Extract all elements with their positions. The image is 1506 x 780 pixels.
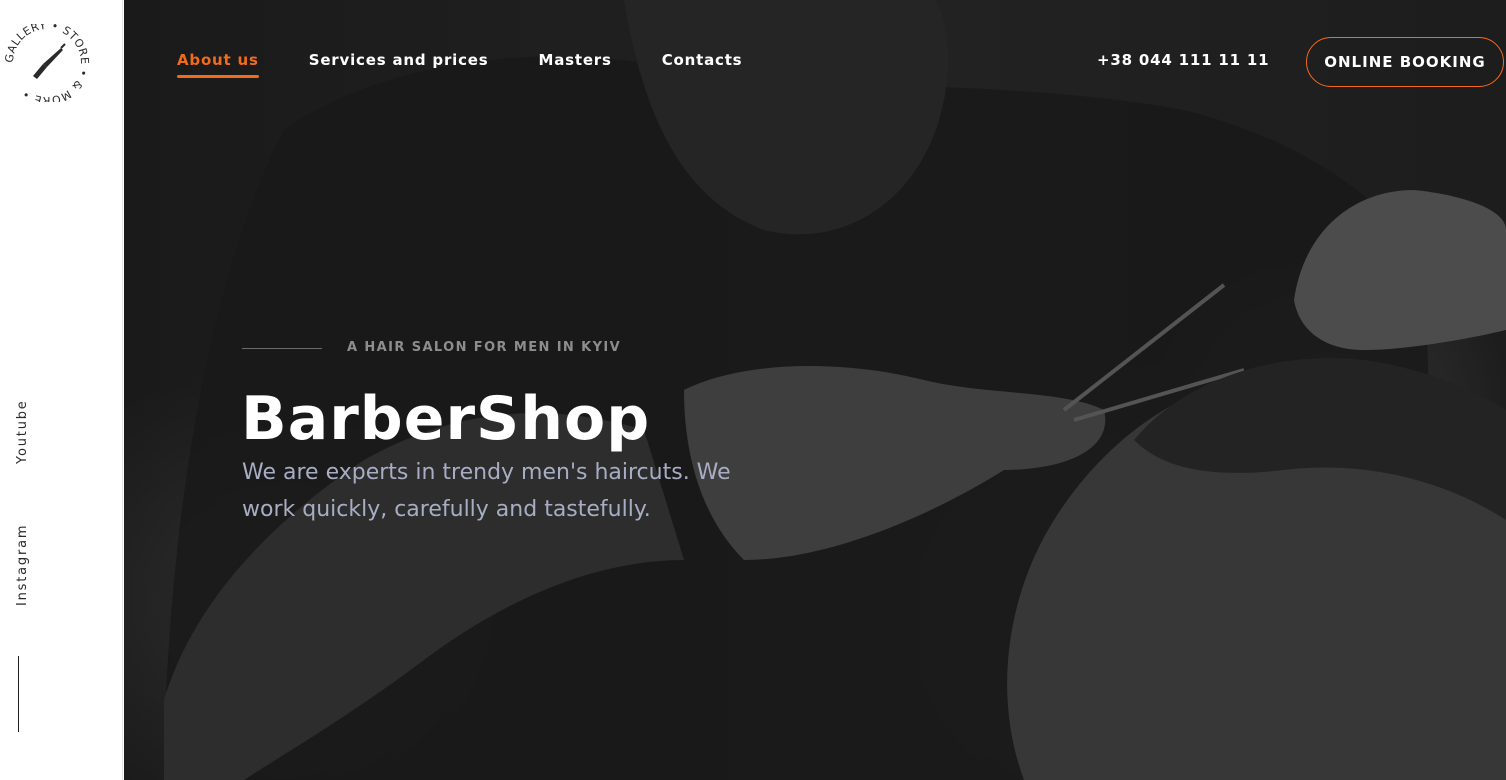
hero-tagline: A HAIR SALON FOR MEN IN KYIV: [347, 340, 622, 355]
hero-section: About us Services and prices Masters Con…: [124, 0, 1506, 780]
hero-title: BarberShop: [241, 384, 651, 454]
hero-description: We are experts in trendy men's haircuts.…: [242, 460, 731, 522]
instagram-link[interactable]: Instagram: [15, 524, 30, 606]
sidebar-divider: [18, 656, 19, 732]
main-nav: About us Services and prices Masters Con…: [177, 51, 792, 78]
tagline-divider: [242, 348, 322, 349]
nav-services-and-prices[interactable]: Services and prices: [309, 51, 489, 69]
nav-contacts[interactable]: Contacts: [662, 51, 743, 69]
nav-about-us[interactable]: About us: [177, 51, 259, 78]
nav-masters[interactable]: Masters: [538, 51, 611, 69]
razor-icon: [33, 43, 66, 79]
phone-number[interactable]: +38 044 111 11 11: [1097, 51, 1269, 69]
youtube-link[interactable]: Youtube: [15, 399, 30, 464]
logo[interactable]: GALLERY • STORE • & MORE •: [3, 24, 91, 102]
sidebar: GALLERY • STORE • & MORE • Youtube Insta…: [0, 0, 123, 780]
online-booking-button[interactable]: ONLINE BOOKING: [1306, 37, 1504, 87]
